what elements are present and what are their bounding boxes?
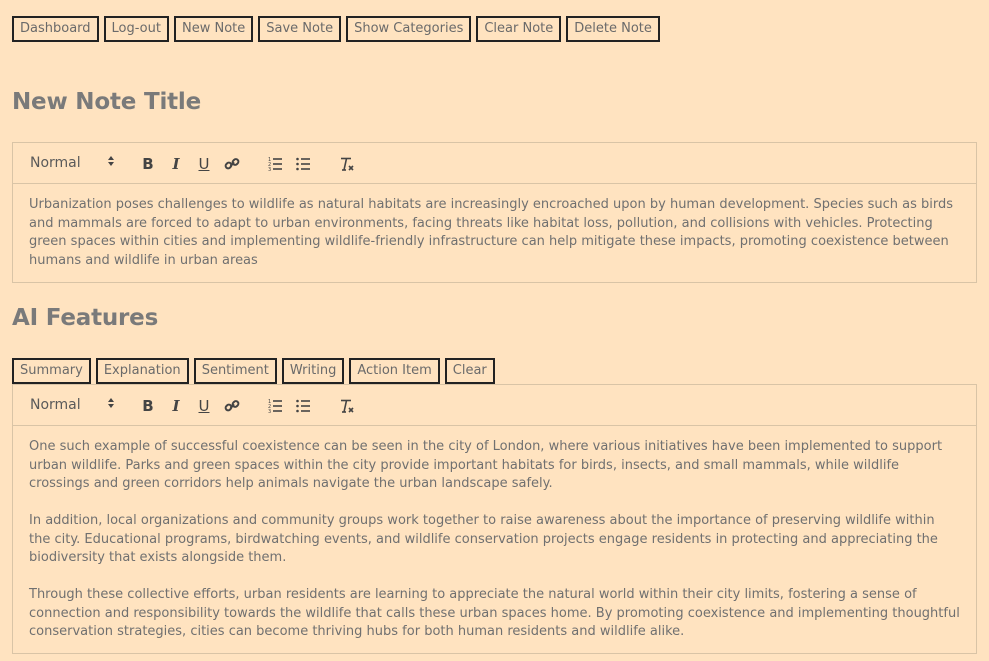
select-arrows-icon: [108, 398, 114, 408]
ai-features-heading: AI Features: [12, 305, 159, 331]
clear-format-icon[interactable]: [338, 397, 356, 415]
underline-icon[interactable]: U: [195, 155, 213, 173]
writing-button[interactable]: Writing: [281, 358, 345, 384]
ai-editor: Normal B I U 123 One such example of suc…: [12, 384, 977, 654]
ordered-list-icon[interactable]: 123: [266, 155, 284, 173]
ai-editor-toolbar: Normal B I U 123: [13, 385, 976, 426]
explanation-button[interactable]: Explanation: [95, 358, 189, 384]
svg-text:3: 3: [268, 409, 271, 414]
bold-icon[interactable]: B: [139, 397, 157, 415]
note-editor: Normal B I U 123 Urbanization poses chal…: [12, 142, 977, 283]
link-icon[interactable]: [223, 397, 241, 415]
note-editor-toolbar: Normal B I U 123: [13, 143, 976, 184]
summary-button[interactable]: Summary: [12, 358, 91, 384]
clear-format-icon[interactable]: [338, 155, 356, 173]
save-note-button[interactable]: Save Note: [258, 16, 342, 42]
ai-format-label: Normal: [30, 397, 81, 413]
italic-icon[interactable]: I: [167, 397, 185, 415]
logout-button[interactable]: Log-out: [103, 16, 169, 42]
bold-icon[interactable]: B: [139, 155, 157, 173]
select-arrows-icon: [108, 156, 114, 166]
show-categories-button[interactable]: Show Categories: [346, 16, 472, 42]
top-toolbar: Dashboard Log-out New Note Save Note Sho…: [12, 16, 660, 42]
ai-toolbar: Summary Explanation Sentiment Writing Ac…: [12, 358, 495, 384]
italic-icon[interactable]: I: [167, 155, 185, 173]
note-format-label: Normal: [30, 155, 81, 171]
bullet-list-icon[interactable]: [294, 155, 312, 173]
ai-format-select[interactable]: Normal: [30, 397, 116, 413]
clear-note-button[interactable]: Clear Note: [476, 16, 562, 42]
ordered-list-icon[interactable]: 123: [266, 397, 284, 415]
note-format-select[interactable]: Normal: [30, 155, 116, 171]
bullet-list-icon[interactable]: [294, 397, 312, 415]
action-item-button[interactable]: Action Item: [349, 358, 440, 384]
underline-icon[interactable]: U: [195, 397, 213, 415]
link-icon[interactable]: [223, 155, 241, 173]
svg-text:3: 3: [268, 167, 271, 172]
note-title[interactable]: New Note Title: [12, 89, 201, 115]
dashboard-button[interactable]: Dashboard: [12, 16, 99, 42]
ai-clear-button[interactable]: Clear: [444, 358, 495, 384]
ai-content[interactable]: One such example of successful coexisten…: [13, 426, 976, 654]
delete-note-button[interactable]: Delete Note: [566, 16, 660, 42]
new-note-button[interactable]: New Note: [173, 16, 254, 42]
note-content[interactable]: Urbanization poses challenges to wildlif…: [13, 184, 976, 282]
sentiment-button[interactable]: Sentiment: [193, 358, 277, 384]
